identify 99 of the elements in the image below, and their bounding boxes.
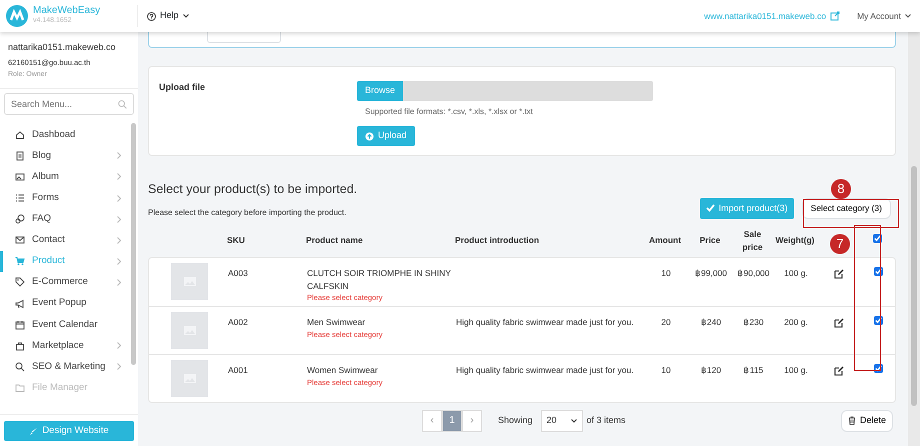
product-name: CLUTCH SOIR TRIOMPHE IN SHINY CALFSKIN (307, 266, 451, 292)
menu-item[interactable]: Event Calendar (0, 314, 131, 336)
chevron-icon (117, 342, 121, 350)
list-icon (15, 193, 25, 204)
caret-icon (570, 418, 577, 423)
edit-icon[interactable] (834, 366, 844, 376)
document-icon (15, 150, 25, 161)
column-header: Product name (305, 234, 364, 248)
menu-item[interactable]: Contact (0, 230, 131, 251)
logo-icon (6, 5, 28, 27)
delete-button[interactable]: Delete (840, 410, 893, 432)
check-icon (706, 204, 715, 212)
edit-icon[interactable] (834, 318, 844, 328)
amount-cell-text: 10 (660, 364, 672, 376)
menu-item[interactable]: Marketplace (0, 335, 131, 356)
menu-item[interactable]: SEO & Marketing (0, 356, 131, 378)
column-header: Sale price (741, 228, 764, 254)
scrollbar-thumb[interactable] (911, 166, 917, 406)
select-all-checkbox[interactable] (873, 234, 882, 244)
weight-cell-text: 200 g. (783, 316, 809, 328)
menu-item[interactable]: Dashboad (0, 124, 131, 146)
formats-hint: Supported file formats: *.csv, *.xls, *.xlsx or *.txt (365, 106, 534, 118)
column-header: Weight(g) (775, 234, 815, 248)
help-icon (147, 12, 156, 20)
sku-cell-text: A001 (227, 364, 249, 376)
step-number: 8 (831, 179, 851, 199)
chevron-icon (117, 363, 121, 370)
upload-icon (365, 132, 374, 140)
column-header: Amount (648, 234, 682, 248)
product-image-placeholder (171, 360, 208, 397)
select-category-button[interactable]: Select category (3) (802, 198, 891, 219)
price-cell-text: ฿99,000 (694, 266, 728, 280)
total-label: of 3 items (586, 414, 626, 427)
upload-label: Upload file (159, 81, 206, 94)
menu-item[interactable]: Blog (0, 145, 131, 166)
row-checkbox[interactable] (874, 364, 883, 373)
trash-icon (848, 416, 856, 426)
showing-label: Showing (498, 414, 533, 427)
column-header: Price (698, 234, 722, 248)
weight-cell-text: 100 g. (783, 364, 809, 376)
caret-icon (182, 14, 189, 18)
menu-item[interactable]: E-Commerce (0, 272, 131, 293)
mail-icon (15, 235, 25, 246)
sale-price-cell-text: ฿115 (742, 364, 764, 376)
help-menu[interactable]: Help (146, 8, 190, 24)
brand-name: MakeWebEasy (33, 6, 100, 16)
sale-price-cell-text: ฿90,000 (736, 266, 770, 280)
chevron-icon (117, 216, 121, 223)
brush-icon (29, 426, 38, 436)
sku-cell-text: A002 (227, 316, 249, 328)
bag-icon (15, 340, 25, 351)
amount-cell-text: 10 (660, 266, 672, 280)
introduction-cell-text: High quality fabric swimwear made just for you. (455, 364, 635, 376)
external-link-icon (830, 11, 840, 21)
sale-price-cell-text: ฿230 (742, 316, 765, 328)
row-checkbox[interactable] (874, 316, 883, 325)
product-name: Women Swimwear (307, 364, 379, 376)
menu-item[interactable]: Event Popup (0, 293, 131, 314)
megaphone-icon (15, 298, 25, 309)
price-cell-text: ฿240 (700, 316, 722, 328)
search-icon (118, 100, 127, 110)
menu-item[interactable]: Forms (0, 188, 131, 209)
product-image-placeholder (171, 262, 208, 300)
cart-icon (15, 256, 25, 266)
edit-icon[interactable] (834, 268, 844, 278)
price-cell-text: ฿120 (700, 364, 722, 376)
column-header: SKU (226, 234, 246, 248)
home-icon (15, 130, 25, 140)
site-name: nattarika0151.makeweb.co (8, 41, 117, 54)
search-icon (15, 362, 25, 372)
amount-cell-text: 20 (660, 316, 672, 328)
product-name: Men Swimwear (307, 316, 366, 328)
scrollbar-thumb[interactable] (131, 123, 136, 365)
chevron-icon (117, 258, 121, 265)
chevron-icon (117, 194, 121, 202)
section-subtitle: Please select the category before importing the product. (148, 206, 348, 219)
chat-icon (15, 214, 25, 224)
caret-icon (905, 14, 911, 18)
calendar-icon (15, 320, 25, 330)
row-checkbox[interactable] (874, 266, 883, 276)
chevron-icon (117, 278, 121, 286)
product-image-placeholder (171, 312, 208, 349)
tag-icon (15, 277, 25, 288)
chevron-icon (117, 173, 121, 180)
chevron-icon (117, 236, 121, 244)
menu-item[interactable]: FAQ (0, 208, 131, 230)
step-number: 7 (830, 234, 850, 254)
section-title: Select your product(s) to be imported. (148, 181, 358, 198)
image-icon (15, 172, 25, 182)
introduction-cell-text: High quality fabric swimwear made just for you. (455, 316, 635, 328)
folder-icon (15, 382, 25, 393)
chevron-icon (117, 152, 121, 160)
menu-item[interactable]: Album (0, 166, 131, 188)
account-menu[interactable]: My Account (856, 8, 912, 24)
sku-cell-text: A003 (227, 266, 249, 280)
per-page-select[interactable]: 20 (540, 410, 583, 432)
column-header: Product introduction (454, 234, 540, 248)
search-field[interactable]: Search Menu... (4, 93, 134, 116)
weight-cell-text: 100 g. (783, 266, 809, 280)
